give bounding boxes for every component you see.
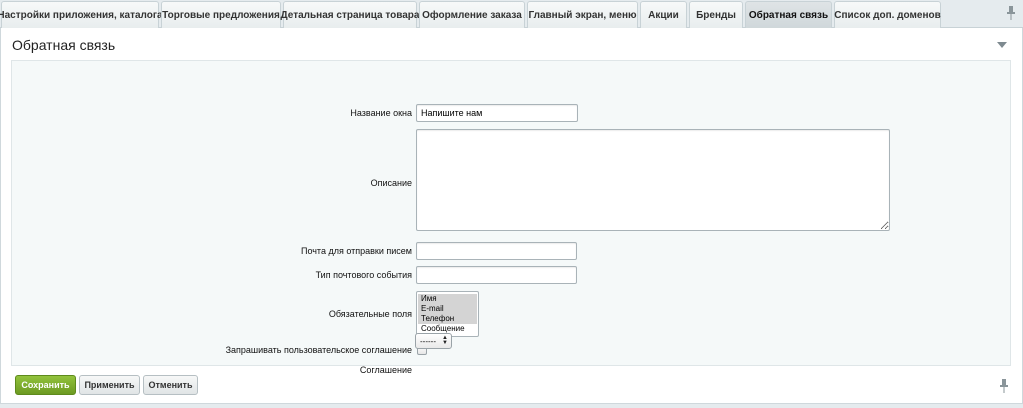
- pin-icon[interactable]: [1006, 6, 1016, 20]
- feedback-panel: Обратная связь Название окна Описание По…: [0, 28, 1023, 404]
- required-fields-label: Обязательные поля: [328, 309, 412, 319]
- tab-main-screen-menu[interactable]: Главный экран, меню: [527, 1, 638, 28]
- window-name-input[interactable]: [416, 104, 578, 122]
- tab-bar: Настройки приложения, каталога Торговые …: [0, 0, 1023, 29]
- agreement-request-label: Запрашивать пользовательское соглашение: [225, 345, 412, 355]
- list-item[interactable]: Имя: [418, 294, 477, 304]
- mail-label: Почта для отправки писем: [300, 246, 412, 256]
- panel-title: Обратная связь: [12, 37, 116, 53]
- tab-app-settings[interactable]: Настройки приложения, каталога: [0, 1, 163, 28]
- pin-icon[interactable]: [999, 379, 1009, 393]
- form-area: Название окна Описание Почта для отправк…: [11, 60, 1011, 375]
- required-fields-listbox[interactable]: Имя E-mail Телефон Сообщение: [416, 291, 479, 337]
- window-name-label: Название окна: [350, 108, 412, 118]
- list-item[interactable]: E-mail: [418, 304, 477, 314]
- tab-checkout[interactable]: Оформление заказа: [419, 1, 525, 28]
- tab-promotions[interactable]: Акции: [640, 1, 687, 28]
- mail-input[interactable]: [416, 242, 577, 260]
- agreement-select[interactable]: ------ ▲ ▼: [415, 333, 452, 349]
- apply-button[interactable]: Применить: [79, 375, 140, 395]
- tab-extra-domains[interactable]: Список доп. доменов: [834, 1, 941, 28]
- agreement-select-value: ------: [420, 337, 436, 346]
- event-type-label: Тип почтового события: [315, 270, 412, 280]
- tab-product-detail[interactable]: Детальная страница товара: [281, 1, 419, 28]
- event-type-input[interactable]: [416, 266, 577, 284]
- collapse-icon[interactable]: [997, 42, 1007, 48]
- agreement-label: Соглашение: [359, 365, 412, 375]
- tab-feedback[interactable]: Обратная связь: [745, 1, 832, 29]
- tab-trade-offers[interactable]: Торговые предложения: [161, 1, 281, 28]
- description-label: Описание: [370, 178, 412, 188]
- tab-brands[interactable]: Бренды: [689, 1, 743, 28]
- select-arrows-icon: ▲ ▼: [442, 335, 448, 346]
- description-textarea[interactable]: [416, 129, 890, 231]
- cancel-button[interactable]: Отменить: [143, 375, 198, 395]
- list-item[interactable]: Телефон: [418, 314, 477, 324]
- save-button[interactable]: Сохранить: [15, 375, 76, 395]
